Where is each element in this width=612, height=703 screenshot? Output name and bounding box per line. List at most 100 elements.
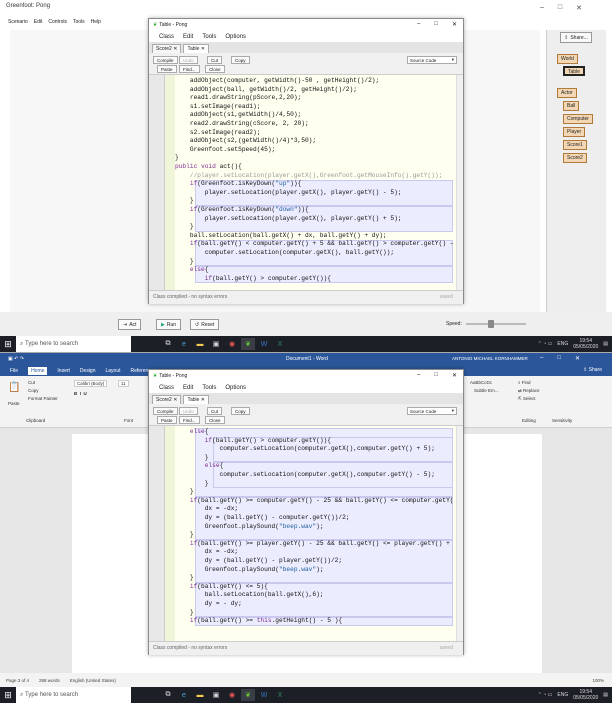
windows-icon[interactable]: ⊞ <box>0 336 16 352</box>
class-score2[interactable]: Score2 <box>563 153 587 163</box>
editor-window-controls[interactable]: – □ ✕ <box>417 21 457 28</box>
notifications-icon[interactable]: ▤ <box>603 341 608 347</box>
menu-tools[interactable]: Tools <box>73 19 85 25</box>
compile-button[interactable]: Compile <box>153 407 178 415</box>
find-button[interactable]: Find... <box>179 65 200 73</box>
language-indicator[interactable]: ENG <box>557 341 568 347</box>
greenfoot-icon[interactable]: ❦ <box>241 689 255 701</box>
code-editor[interactable]: addObject(computer, getWidth()-50 , getH… <box>149 75 463 290</box>
editor-window-controls[interactable]: – □ ✕ <box>417 372 457 379</box>
excel-icon[interactable]: X <box>273 338 287 350</box>
wifi-icon[interactable]: ⌃ ◔ ▭ <box>538 692 553 698</box>
taskbar-search[interactable]: ⌕ Type here to search <box>16 336 131 352</box>
chrome-icon[interactable]: ◉ <box>225 689 239 701</box>
tab-score2[interactable]: Score2 ✕ <box>152 44 182 53</box>
reset-button[interactable]: ↺ Reset <box>190 319 220 330</box>
font-size-select[interactable]: 11 <box>118 380 129 387</box>
chrome-icon[interactable]: ◉ <box>225 338 239 350</box>
menu-tools[interactable]: Tools <box>202 385 216 391</box>
undo-button[interactable]: Undo <box>179 407 198 415</box>
class-score1[interactable]: Score1 <box>563 140 587 150</box>
view-mode-select[interactable]: Source Code ▾ <box>407 56 457 64</box>
wifi-icon[interactable]: ⌃ ◔ ▭ <box>538 341 553 347</box>
menu-class[interactable]: Class <box>159 34 174 40</box>
format-buttons[interactable]: B I U <box>74 391 87 396</box>
close-button[interactable]: Close <box>205 416 225 424</box>
store-icon[interactable]: ▣ <box>209 338 223 350</box>
menu-edit[interactable]: Edit <box>183 385 193 391</box>
store-icon[interactable]: ▣ <box>209 689 223 701</box>
taskbar-search[interactable]: ⌕ Type here to search <box>16 687 131 703</box>
font-family-select[interactable]: Calibri (Body) <box>74 380 108 387</box>
greenfoot-icon[interactable]: ❦ <box>241 338 255 350</box>
paste-label[interactable]: Paste <box>8 401 20 406</box>
copy-button[interactable]: Copy <box>231 407 250 415</box>
vertical-scrollbar[interactable] <box>456 426 463 641</box>
tab-table[interactable]: Table ✕ <box>183 395 209 404</box>
menu-tools[interactable]: Tools <box>202 34 216 40</box>
tab-insert[interactable]: Insert <box>57 368 70 374</box>
paste-button[interactable]: Paste <box>157 65 177 73</box>
tab-home[interactable]: Home <box>28 366 48 375</box>
share-button[interactable]: ⇪ Share... <box>560 32 592 43</box>
notifications-icon[interactable]: ▤ <box>603 692 608 698</box>
cut-button[interactable]: Cut <box>28 380 35 385</box>
view-mode-select[interactable]: Source Code ▾ <box>407 407 457 415</box>
word-icon[interactable]: W <box>257 338 271 350</box>
menu-class[interactable]: Class <box>159 385 174 391</box>
undo-button[interactable]: Undo <box>179 56 198 64</box>
class-world[interactable]: World <box>557 54 578 64</box>
act-button[interactable]: ⇥ Act <box>118 319 142 330</box>
tab-score2[interactable]: Score2 ✕ <box>152 395 182 404</box>
language-status[interactable]: English (United States) <box>70 678 116 683</box>
tab-layout[interactable]: Layout <box>106 368 121 374</box>
style-normal[interactable]: AaBbCcDc <box>470 380 492 385</box>
word-icon[interactable]: W <box>257 689 271 701</box>
menu-options[interactable]: Options <box>225 34 246 40</box>
windows-icon[interactable]: ⊞ <box>0 687 16 703</box>
class-computer[interactable]: Computer <box>563 114 593 124</box>
cut-button[interactable]: Cut <box>207 407 223 415</box>
cut-button[interactable]: Cut <box>207 56 223 64</box>
edge-icon[interactable]: e <box>177 689 191 701</box>
explorer-icon[interactable]: ▬ <box>193 338 207 350</box>
code-editor[interactable]: else{ if(ball.getY() > computer.getY()){… <box>149 426 463 641</box>
tab-table[interactable]: Table ✕ <box>183 44 209 53</box>
clock[interactable]: 19:54 05/05/2020 <box>573 689 598 701</box>
class-actor[interactable]: Actor <box>557 88 577 98</box>
close-button[interactable]: Close <box>205 65 225 73</box>
task-view-icon[interactable]: ⧉ <box>161 689 175 701</box>
vertical-scrollbar[interactable] <box>456 75 463 290</box>
task-view-icon[interactable]: ⧉ <box>161 338 175 350</box>
select-button[interactable]: ⇱ Select <box>518 396 536 402</box>
speed-slider-thumb[interactable] <box>488 320 494 328</box>
find-button[interactable]: ⌕ Find <box>518 380 531 385</box>
tab-design[interactable]: Design <box>80 368 96 374</box>
find-button[interactable]: Find... <box>179 416 200 424</box>
menu-edit[interactable]: Edit <box>183 34 193 40</box>
edge-icon[interactable]: e <box>177 338 191 350</box>
menu-help[interactable]: Help <box>91 19 101 25</box>
replace-button[interactable]: ⇄ Replace <box>518 388 540 394</box>
style-subtle[interactable]: Subtle Em... <box>474 388 499 393</box>
compile-button[interactable]: Compile <box>153 56 178 64</box>
word-window-controls[interactable]: – □ ✕ <box>540 355 580 362</box>
explorer-icon[interactable]: ▬ <box>193 689 207 701</box>
language-indicator[interactable]: ENG <box>557 692 568 698</box>
class-ball[interactable]: Ball <box>563 101 580 111</box>
paste-icon[interactable]: 📋 <box>8 382 20 393</box>
zoom-level[interactable]: 100% <box>592 678 604 683</box>
greenfoot-window-controls[interactable]: – □ ✕ <box>540 4 582 12</box>
copy-button[interactable]: Copy <box>231 56 250 64</box>
word-share-button[interactable]: ⇪ Share <box>583 367 602 373</box>
format-painter-button[interactable]: Format Painter <box>28 396 58 401</box>
class-player[interactable]: Player <box>563 127 586 137</box>
word-count[interactable]: 288 words <box>39 678 60 683</box>
menu-controls[interactable]: Controls <box>48 19 67 25</box>
excel-icon[interactable]: X <box>273 689 287 701</box>
quick-access-icons[interactable]: ▣ ↶ ↷ <box>8 356 24 362</box>
menu-edit[interactable]: Edit <box>34 19 43 25</box>
breakpoint-stripe[interactable] <box>165 426 175 641</box>
tab-file[interactable]: File <box>10 368 18 374</box>
menu-scenario[interactable]: Scenario <box>8 19 28 25</box>
